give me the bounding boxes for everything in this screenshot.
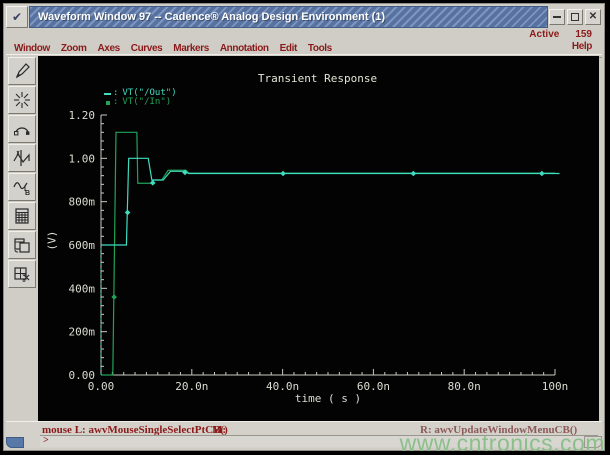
watermark: www.cntronics.com — [399, 430, 605, 456]
menu-item-zoom[interactable]: Zoom — [61, 43, 87, 54]
minimize-button[interactable] — [549, 9, 565, 25]
titlebar: ✔ Waveform Window 97 -- Cadence® Analog … — [6, 6, 602, 28]
active-label: Active — [529, 29, 560, 40]
copy-windows-icon — [14, 238, 30, 253]
plot-area[interactable]: Transient Response : VT("/Out") : VT("/I… — [38, 56, 599, 426]
pen-icon — [15, 63, 30, 79]
window-menu-button[interactable]: ✔ — [6, 6, 28, 28]
maximize-icon — [571, 13, 579, 21]
menu-item-edit[interactable]: Edit — [280, 43, 298, 54]
prompt-glyph: > — [43, 435, 49, 446]
plot-title: Transient Response — [257, 72, 378, 85]
pen-tool-button[interactable] — [8, 57, 36, 85]
svg-text:1.20: 1.20 — [69, 109, 96, 122]
menu-item-markers[interactable]: Markers — [173, 43, 209, 54]
titlebar-stripes[interactable]: Waveform Window 97 -- Cadence® Analog De… — [29, 6, 548, 28]
left-toolbar: B — [6, 56, 38, 422]
waveform-window: ✔ Waveform Window 97 -- Cadence® Analog … — [3, 3, 605, 451]
svg-text:600m: 600m — [69, 239, 96, 252]
legend: : VT("/Out") : VT("/In") — [104, 89, 177, 107]
svg-text:200m: 200m — [69, 326, 96, 339]
svg-text:B: B — [25, 190, 30, 197]
menu-item-window[interactable]: Window — [14, 43, 50, 54]
menu-item-tools[interactable]: Tools — [308, 43, 332, 54]
legend-label-in: VT("/In") — [122, 97, 172, 107]
menu-item-curves[interactable]: Curves — [131, 43, 163, 54]
window-title: Waveform Window 97 -- Cadence® Analog De… — [38, 11, 386, 23]
x-axis-label: time ( s ) — [294, 392, 362, 405]
out-series-swatch-icon — [104, 92, 111, 95]
waveform-canvas[interactable]: 0.00 20.0n 40.0n 60.0n 80.0n 100n0.00200m400m… — [38, 56, 599, 426]
menu-item-annotation[interactable]: Annotation — [220, 43, 269, 54]
cut-window-button[interactable] — [8, 260, 36, 288]
menu-item-axes[interactable]: Axes — [97, 43, 120, 54]
close-button[interactable]: ✕ — [585, 9, 601, 25]
window-scissors-icon — [14, 267, 30, 282]
arc-icon — [14, 127, 30, 136]
resize-corner-left[interactable] — [6, 437, 24, 448]
menubar: Window Zoom Axes Curves Markers Annotation Edi… — [14, 41, 594, 55]
minimize-icon — [553, 16, 561, 18]
in-series-swatch-icon — [106, 100, 110, 105]
svg-text:400m: 400m — [69, 282, 96, 295]
svg-text:1.00: 1.00 — [69, 152, 96, 165]
menu-help[interactable]: Help — [572, 41, 592, 52]
marker-tool-button[interactable] — [8, 144, 36, 172]
calculator-button[interactable] — [8, 202, 36, 230]
svg-text:800m: 800m — [69, 196, 96, 209]
close-icon: ✕ — [588, 11, 598, 22]
star-burst-icon — [14, 92, 30, 108]
active-value: 159 — [575, 29, 592, 40]
sine-wave-b-icon: B — [13, 182, 30, 197]
vertical-marker-icon — [13, 150, 30, 166]
svg-text:0.00: 0.00 — [69, 369, 96, 382]
waveform-b-button[interactable]: B — [8, 173, 36, 201]
y-axis-label: (V) — [45, 230, 59, 251]
curve-arc-button[interactable] — [8, 115, 36, 143]
legend-entry-in[interactable]: : VT("/In") — [104, 98, 177, 107]
maximize-button[interactable] — [567, 9, 583, 25]
copy-window-button[interactable] — [8, 231, 36, 259]
zoom-fit-button[interactable] — [8, 86, 36, 114]
active-status: Active 159 — [529, 29, 592, 41]
calculator-icon — [15, 208, 29, 224]
